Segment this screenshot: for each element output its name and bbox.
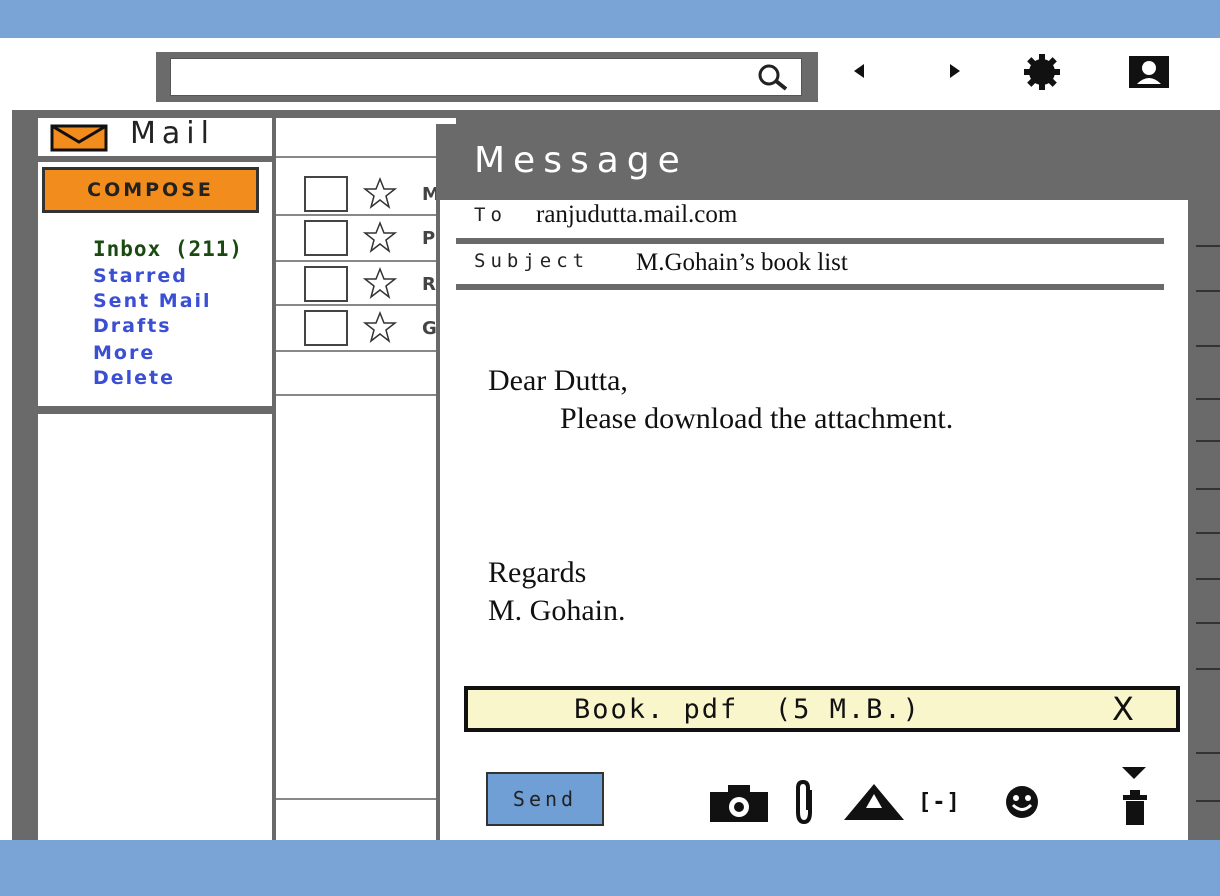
star-icon[interactable]: [362, 176, 398, 210]
email-checkbox[interactable]: [304, 310, 348, 346]
bottom-bar: [0, 840, 1220, 896]
list-divider: [276, 304, 456, 306]
scroll-tick: [1196, 532, 1220, 534]
camera-icon[interactable]: [708, 782, 770, 824]
sidebar-item-drafts[interactable]: Drafts: [93, 315, 172, 337]
back-arrow-icon[interactable]: [850, 60, 870, 82]
scroll-tick: [1196, 752, 1220, 754]
remove-attachment-button[interactable]: X: [1112, 690, 1134, 728]
scroll-tick: [1196, 622, 1220, 624]
emoji-icon[interactable]: [1004, 784, 1040, 820]
message-scrollbar[interactable]: [1188, 200, 1196, 850]
email-sender-initial[interactable]: G: [422, 318, 437, 339]
attachment-size: (5 M.B.): [774, 694, 921, 725]
subject-label: Subject: [474, 250, 590, 272]
scroll-tick: [1196, 290, 1220, 292]
to-field[interactable]: ranjudutta.mail.com: [536, 201, 737, 229]
sidebar-item-sent-mail[interactable]: Sent Mail: [93, 290, 212, 312]
star-icon[interactable]: [362, 310, 398, 344]
scroll-tick: [1196, 578, 1220, 580]
star-icon[interactable]: [362, 266, 398, 300]
mail-envelope-icon: [50, 124, 108, 152]
message-body-line[interactable]: Please download the attachment.: [560, 402, 953, 436]
list-divider: [276, 394, 456, 396]
to-divider: [456, 238, 1164, 244]
forward-arrow-icon[interactable]: [944, 60, 964, 82]
attachment-label: Book. pdf (5 M.B.): [574, 694, 921, 725]
sidebar-divider: [38, 406, 272, 414]
email-checkbox[interactable]: [304, 176, 348, 212]
list-divider: [276, 798, 456, 800]
list-divider: [276, 156, 456, 158]
sidebar: [38, 118, 272, 848]
list-divider: [276, 350, 456, 352]
sidebar-item-starred[interactable]: Starred: [93, 265, 188, 287]
paperclip-icon[interactable]: [790, 778, 820, 826]
message-greeting[interactable]: Dear Dutta,: [488, 364, 628, 398]
gear-icon[interactable]: [1022, 52, 1062, 92]
scroll-tick: [1196, 668, 1220, 670]
profile-icon[interactable]: [1127, 54, 1171, 90]
send-button[interactable]: Send: [486, 772, 604, 826]
message-signature[interactable]: M. Gohain.: [488, 594, 626, 628]
message-window: [436, 124, 1196, 850]
subject-divider: [456, 284, 1164, 290]
message-title: Message: [474, 140, 688, 181]
list-divider: [276, 260, 456, 262]
scroll-tick: [1196, 345, 1220, 347]
email-sender-initial[interactable]: P: [422, 228, 435, 249]
sidebar-item-inbox[interactable]: Inbox (211): [93, 237, 243, 261]
star-icon[interactable]: [362, 220, 398, 254]
drive-icon[interactable]: [842, 782, 906, 822]
search-icon[interactable]: [752, 60, 792, 94]
top-bar: [0, 0, 1220, 38]
email-checkbox[interactable]: [304, 220, 348, 256]
scroll-tick: [1196, 398, 1220, 400]
dropdown-icon[interactable]: [1120, 764, 1148, 782]
link-insert-button[interactable]: [-]: [918, 790, 961, 815]
sidebar-item-delete[interactable]: Delete: [93, 367, 175, 389]
search-input[interactable]: [170, 58, 802, 96]
email-sender-initial[interactable]: R: [422, 274, 436, 295]
app-title: Mail: [130, 116, 215, 151]
attachment-name: Book. pdf: [574, 694, 739, 725]
subject-field[interactable]: M.Gohain’s book list: [636, 249, 848, 277]
trash-icon[interactable]: [1122, 790, 1148, 826]
to-label: To: [474, 204, 507, 226]
scroll-tick: [1196, 440, 1220, 442]
email-checkbox[interactable]: [304, 266, 348, 302]
scroll-tick: [1196, 245, 1220, 247]
message-closing[interactable]: Regards: [488, 556, 586, 590]
sidebar-item-more[interactable]: More: [93, 342, 155, 364]
scroll-tick: [1196, 488, 1220, 490]
list-divider: [276, 214, 456, 216]
compose-button[interactable]: COMPOSE: [42, 167, 259, 213]
scroll-tick: [1196, 800, 1220, 802]
